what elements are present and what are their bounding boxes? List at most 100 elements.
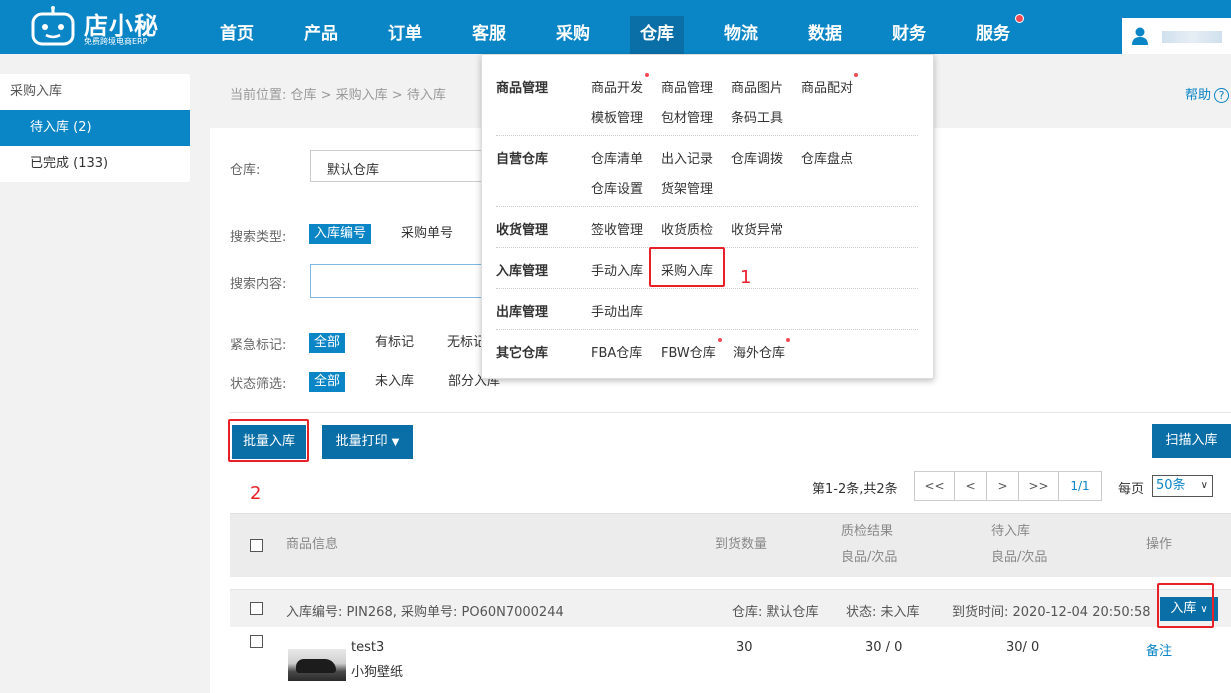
per-page-label: 每页 (1118, 482, 1145, 497)
status-label: 状态筛选: (230, 377, 287, 392)
nav-finance[interactable]: 财务 (882, 16, 936, 54)
group-checkbox[interactable] (250, 602, 263, 615)
dd-barcode-tool[interactable]: 条码工具 (731, 107, 783, 126)
per-page-select[interactable]: 50条 ∨ (1152, 475, 1213, 497)
header-pending: 待入库 (991, 524, 1031, 539)
dd-warehouse-list[interactable]: 仓库清单 (591, 148, 643, 167)
dd-template-manage[interactable]: 模板管理 (591, 107, 643, 126)
dd-fbw-warehouse[interactable]: FBW仓库 (661, 342, 716, 361)
user-menu[interactable] (1122, 18, 1231, 54)
status-all[interactable]: 全部 (309, 372, 346, 392)
select-all-checkbox[interactable] (250, 539, 263, 552)
status-not-in[interactable]: 未入库 (370, 372, 419, 392)
user-name-blurred (1162, 31, 1222, 43)
page-prev-button[interactable]: < (955, 472, 987, 500)
dd-product-images[interactable]: 商品图片 (731, 77, 783, 96)
caret-down-icon: ▼ (391, 437, 400, 448)
sidebar: 采购入库 待入库 (2) 已完成 (133) (0, 74, 190, 182)
header-qc: 质检结果 (841, 524, 894, 539)
header-action: 操作 (1146, 537, 1173, 552)
dd-divider (496, 288, 918, 289)
header-qc-sub: 良品/次品 (841, 550, 898, 565)
nav-products[interactable]: 产品 (294, 16, 348, 54)
pending-qty: 30/ 0 (1006, 640, 1040, 655)
page-first-button[interactable]: << (915, 472, 955, 500)
warehouse-label: 仓库: (230, 163, 261, 178)
page-next-button[interactable]: > (987, 472, 1019, 500)
dd-section-receiving: 收货管理 (496, 223, 549, 238)
dd-divider (496, 135, 918, 136)
warehouse-select[interactable]: 默认仓库 (310, 150, 485, 182)
nav-orders[interactable]: 订单 (378, 16, 432, 54)
nav-warehouse[interactable]: 仓库 (630, 16, 684, 54)
dd-product-dev[interactable]: 商品开发 (591, 77, 643, 96)
brand-logo[interactable]: 店小秘 免费跨境电商ERP (28, 4, 178, 48)
group-warehouse: 仓库: 默认仓库 (732, 605, 819, 620)
page-last-button[interactable]: >> (1019, 472, 1059, 500)
dd-manual-outbound[interactable]: 手动出库 (591, 301, 643, 320)
new-dot-icon (786, 338, 790, 342)
car-image (296, 659, 336, 673)
urgent-marked[interactable]: 有标记 (370, 333, 419, 353)
step-2-marker: 2 (250, 483, 262, 504)
sidebar-item-pending[interactable]: 待入库 (2) (0, 110, 190, 146)
header-product: 商品信息 (286, 537, 339, 552)
nav-data[interactable]: 数据 (798, 16, 852, 54)
divider (230, 412, 1231, 413)
remark-link[interactable]: 备注 (1146, 640, 1172, 659)
batch-print-button[interactable]: 批量打印 ▼ (322, 425, 413, 459)
batch-print-label: 批量打印 (335, 434, 388, 449)
nav-services[interactable]: 服务 (966, 14, 1024, 54)
dd-section-inbound: 入库管理 (496, 264, 549, 279)
help-label: 帮助 (1184, 88, 1211, 103)
sidebar-item-completed[interactable]: 已完成 (133) (0, 146, 190, 182)
group-ids: 入库编号: PIN268, 采购单号: PO60N7000244 (286, 605, 564, 620)
top-navbar: 店小秘 免费跨境电商ERP 首页 产品 订单 客服 采购 仓库 物流 数据 财务… (0, 0, 1231, 54)
dd-section-product: 商品管理 (496, 81, 549, 96)
brand-tagline: 免费跨境电商ERP (84, 37, 148, 46)
qc-result: 30 / 0 (865, 640, 903, 655)
help-link[interactable]: 帮助? (1185, 84, 1229, 103)
nav-customer-service[interactable]: 客服 (462, 16, 516, 54)
dd-receive-exception[interactable]: 收货异常 (731, 219, 783, 238)
pagination-info: 第1-2条,共2条 (812, 482, 898, 497)
dd-sign-manage[interactable]: 签收管理 (591, 219, 643, 238)
nav-logistics[interactable]: 物流 (714, 16, 768, 54)
page-indicator[interactable]: 1/1 (1059, 472, 1101, 500)
nav-purchasing[interactable]: 采购 (546, 16, 600, 54)
dd-overseas-warehouse[interactable]: 海外仓库 (733, 342, 785, 361)
highlight-box-2 (228, 419, 309, 462)
dd-warehouse-settings[interactable]: 仓库设置 (591, 178, 643, 197)
nav-services-label: 服务 (976, 24, 1010, 44)
dd-product-manage[interactable]: 商品管理 (661, 77, 713, 96)
scan-in-button[interactable]: 扫描入库 (1152, 424, 1231, 458)
dd-warehouse-transfer[interactable]: 仓库调拨 (731, 148, 783, 167)
dd-section-other-warehouse: 其它仓库 (496, 346, 549, 361)
dd-divider (496, 206, 918, 207)
product-thumbnail[interactable] (288, 649, 346, 681)
search-content-label: 搜索内容: (230, 277, 287, 292)
new-dot-icon (854, 73, 858, 77)
dd-stocktake[interactable]: 仓库盘点 (801, 148, 853, 167)
dd-product-pairing[interactable]: 商品配对 (801, 77, 853, 96)
dd-in-out-records[interactable]: 出入记录 (661, 148, 713, 167)
arrival-qty: 30 (736, 640, 753, 655)
row-checkbox[interactable] (250, 635, 263, 648)
breadcrumb: 当前位置: 仓库 > 采购入库 > 待入库 (230, 88, 446, 103)
dd-receive-qc[interactable]: 收货质检 (661, 219, 713, 238)
dd-manual-inbound[interactable]: 手动入库 (591, 260, 643, 279)
search-type-inbound-no[interactable]: 入库编号 (309, 224, 372, 244)
nav-home[interactable]: 首页 (210, 16, 264, 54)
search-type-po-no[interactable]: 采购单号 (396, 224, 458, 244)
highlight-box-inbound (1157, 583, 1214, 628)
dd-packaging-manage[interactable]: 包材管理 (661, 107, 713, 126)
dd-shelf-manage[interactable]: 货架管理 (661, 178, 713, 197)
search-input[interactable] (310, 264, 485, 298)
notification-dot-icon (1015, 14, 1024, 23)
user-icon (1132, 27, 1148, 45)
dd-fba-warehouse[interactable]: FBA仓库 (591, 342, 642, 361)
header-arrival-qty: 到货数量 (715, 537, 768, 552)
urgent-all[interactable]: 全部 (309, 333, 346, 353)
pagination: << < > >> 1/1 (914, 471, 1102, 501)
urgent-label: 紧急标记: (230, 338, 287, 353)
